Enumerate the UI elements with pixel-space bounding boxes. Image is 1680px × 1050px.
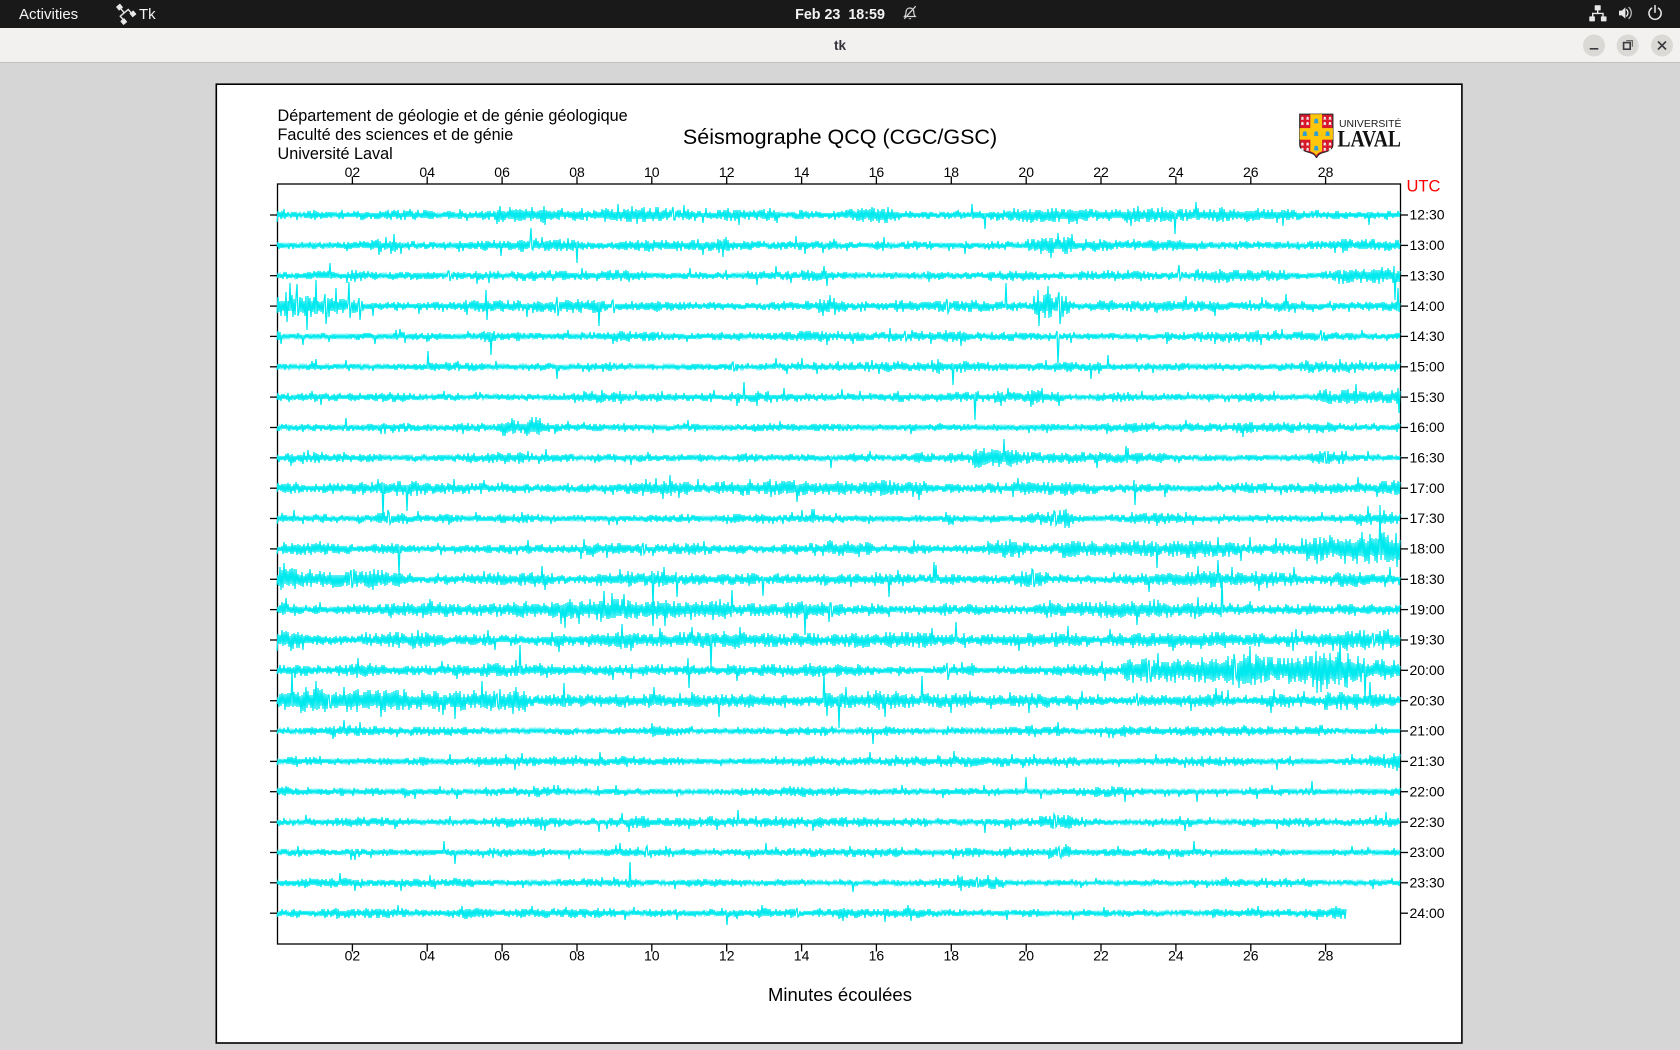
svg-text:22:00: 22:00 xyxy=(1410,783,1445,799)
svg-text:Minutes écoulées: Minutes écoulées xyxy=(768,984,912,1005)
svg-text:Faculté des sciences et de gén: Faculté des sciences et de génie xyxy=(278,126,514,144)
svg-text:22: 22 xyxy=(1093,164,1109,180)
svg-text:20: 20 xyxy=(1018,948,1034,964)
svg-text:12: 12 xyxy=(719,164,735,180)
svg-text:02: 02 xyxy=(345,164,361,180)
svg-text:14: 14 xyxy=(794,948,810,964)
svg-text:26: 26 xyxy=(1243,164,1259,180)
svg-text:17:00: 17:00 xyxy=(1410,480,1445,496)
svg-text:18:00: 18:00 xyxy=(1410,541,1445,557)
svg-text:12:30: 12:30 xyxy=(1410,207,1445,223)
svg-text:02: 02 xyxy=(345,948,361,964)
svg-text:Département de géologie et de: Département de géologie et de génie géol… xyxy=(278,107,628,125)
svg-text:24:00: 24:00 xyxy=(1410,905,1445,921)
svg-text:16:00: 16:00 xyxy=(1410,419,1445,435)
svg-text:19:30: 19:30 xyxy=(1410,632,1445,648)
svg-text:04: 04 xyxy=(419,948,435,964)
svg-text:tk: tk xyxy=(834,38,846,53)
svg-text:22: 22 xyxy=(1093,948,1109,964)
svg-text:06: 06 xyxy=(494,948,510,964)
svg-text:20:00: 20:00 xyxy=(1410,662,1445,678)
svg-text:26: 26 xyxy=(1243,948,1259,964)
svg-text:15:00: 15:00 xyxy=(1410,359,1445,375)
svg-text:Université Laval: Université Laval xyxy=(278,145,393,163)
svg-text:23:30: 23:30 xyxy=(1410,875,1445,891)
svg-text:16: 16 xyxy=(869,164,885,180)
svg-text:28: 28 xyxy=(1318,164,1334,180)
svg-text:20:30: 20:30 xyxy=(1410,692,1445,708)
svg-text:18:30: 18:30 xyxy=(1410,571,1445,587)
svg-text:28: 28 xyxy=(1318,948,1334,964)
svg-text:08: 08 xyxy=(569,164,585,180)
svg-text:16: 16 xyxy=(869,948,885,964)
svg-text:10: 10 xyxy=(644,948,660,964)
svg-text:14:30: 14:30 xyxy=(1410,328,1445,344)
svg-text:Activities: Activities xyxy=(19,6,78,23)
svg-text:17:30: 17:30 xyxy=(1410,510,1445,526)
svg-text:20: 20 xyxy=(1018,164,1034,180)
svg-text:Séismographe QCQ (CGC/GSC): Séismographe QCQ (CGC/GSC) xyxy=(683,125,997,149)
svg-text:14:00: 14:00 xyxy=(1410,298,1445,314)
svg-text:Feb 23 18:59: Feb 23 18:59 xyxy=(795,7,885,23)
svg-text:UTC: UTC xyxy=(1407,178,1441,196)
svg-text:06: 06 xyxy=(494,164,510,180)
svg-text:Tk: Tk xyxy=(139,6,156,23)
svg-text:23:00: 23:00 xyxy=(1410,844,1445,860)
svg-text:22:30: 22:30 xyxy=(1410,814,1445,830)
svg-text:13:30: 13:30 xyxy=(1410,267,1445,283)
svg-text:08: 08 xyxy=(569,948,585,964)
svg-text:19:00: 19:00 xyxy=(1410,601,1445,617)
svg-text:04: 04 xyxy=(419,164,435,180)
svg-text:18: 18 xyxy=(944,948,960,964)
svg-text:10: 10 xyxy=(644,164,660,180)
svg-text:12: 12 xyxy=(719,948,735,964)
svg-text:14: 14 xyxy=(794,164,810,180)
svg-text:13:00: 13:00 xyxy=(1410,237,1445,253)
svg-text:LAVAL: LAVAL xyxy=(1338,127,1402,152)
svg-text:15:30: 15:30 xyxy=(1410,389,1445,405)
svg-text:24: 24 xyxy=(1168,164,1184,180)
svg-text:18: 18 xyxy=(944,164,960,180)
svg-text:24: 24 xyxy=(1168,948,1184,964)
svg-text:21:00: 21:00 xyxy=(1410,723,1445,739)
svg-text:21:30: 21:30 xyxy=(1410,753,1445,769)
svg-text:16:30: 16:30 xyxy=(1410,450,1445,466)
